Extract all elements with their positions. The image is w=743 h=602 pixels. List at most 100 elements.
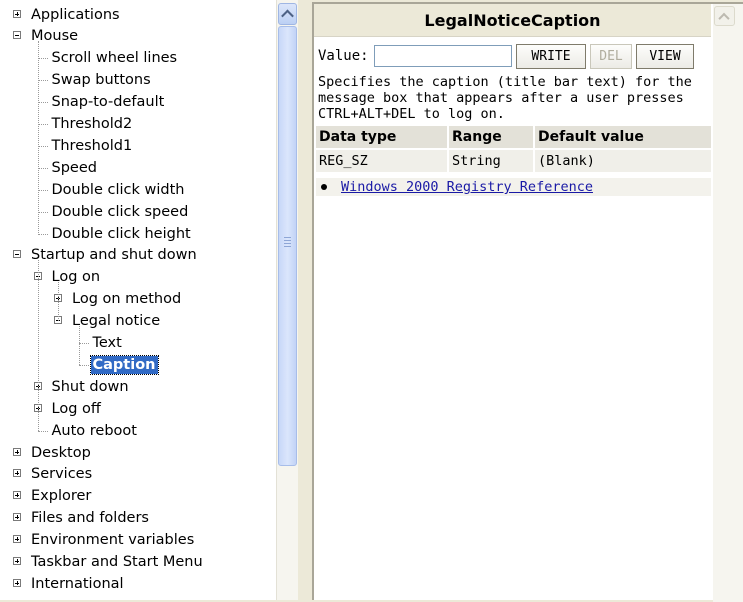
tree-item-label[interactable]: Applications [29,4,122,26]
tree-item[interactable]: Speed [0,157,276,179]
tree-connector [37,260,39,431]
tree-item-label[interactable]: Scroll wheel lines [50,47,180,69]
tree-item-label[interactable]: Threshold1 [50,135,135,157]
tree-item-label[interactable]: Log off [50,398,103,420]
tree-item[interactable]: Auto reboot [0,420,276,442]
del-button[interactable]: DEL [590,44,632,69]
tree-item[interactable]: Taskbar and Start Menu [0,551,276,573]
tree-connector [58,282,59,322]
expand-plus-icon[interactable] [13,578,21,587]
tree-scrollbar[interactable] [276,0,298,600]
tree-item[interactable]: Desktop [0,442,276,464]
expand-plus-icon[interactable] [13,557,21,565]
tree-item[interactable]: Double click width [0,179,276,201]
tree-item[interactable]: Caption [0,354,276,376]
tree-item[interactable]: Log on method [0,288,276,310]
tree-item-label[interactable]: Log on method [70,288,183,310]
tree-connector [37,189,48,191]
header-data-type: Data type [316,126,447,148]
collapse-minus-icon[interactable] [13,250,21,259]
tree-connector [37,233,48,235]
expand-plus-icon[interactable] [13,491,21,500]
tree-item[interactable]: Swap buttons [0,69,276,91]
tree-connector [37,145,48,147]
value-row: Value: WRITE DEL VIEW [318,43,713,69]
registry-reference-link[interactable]: Windows 2000 Registry Reference [341,178,593,196]
tree-item[interactable]: Explorer [0,485,276,507]
tree-item[interactable]: Startup and shut down [0,244,276,266]
tree-item[interactable]: Threshold2 [0,113,276,135]
content-scroll-up-button[interactable] [714,6,735,26]
tree-item-label[interactable]: Double click speed [50,201,191,223]
tree-item-label[interactable]: Double click height [50,223,193,245]
tree-item[interactable]: Threshold1 [0,135,276,157]
tree-item[interactable]: Shut down [0,376,276,398]
collapse-minus-icon[interactable] [13,31,21,40]
tree-item-label[interactable]: Swap buttons [50,69,153,91]
tree-connector [78,326,80,365]
tree-item[interactable]: Applications [0,4,276,26]
tree-scroll-thumb[interactable] [278,26,297,466]
pane-splitter[interactable] [298,0,312,600]
bullet-icon [321,184,327,190]
tree-item-label[interactable]: Speed [50,157,99,179]
description-text: Specifies the caption (title bar text) f… [318,74,692,122]
expand-plus-icon[interactable] [13,469,21,478]
tree-item[interactable]: Double click height [0,223,276,245]
expand-plus-icon[interactable] [13,447,21,456]
tree-item-label[interactable]: Taskbar and Start Menu [29,551,205,573]
tree-item[interactable]: Scroll wheel lines [0,47,276,69]
write-button[interactable]: WRITE [516,44,586,69]
expand-plus-icon[interactable] [13,513,21,522]
reference-list-item: Windows 2000 Registry Reference [316,178,711,196]
tree-scroll-up-button[interactable] [278,3,297,25]
content-scrollbar[interactable] [713,4,743,602]
header-default-value: Default value [535,126,711,148]
tree-item-label[interactable]: Startup and shut down [29,244,199,266]
cell-default-value: (Blank) [535,150,711,172]
tree-connector [37,211,48,213]
tree-item-label[interactable]: Desktop [29,442,93,464]
expand-plus-icon[interactable] [13,9,21,18]
view-button[interactable]: VIEW [636,44,694,69]
tree-item-label[interactable]: Snap-to-default [50,91,167,113]
tree-item[interactable]: Legal notice [0,310,276,332]
tree-connector [37,41,39,234]
tree-item-label[interactable]: Text [91,332,124,354]
tree-item[interactable]: Snap-to-default [0,91,276,113]
tree-item-label[interactable]: Threshold2 [50,113,135,135]
tree-item[interactable]: Mouse [0,25,276,47]
tree-connector [78,343,89,344]
scroll-grip-icon [284,237,291,247]
tree-item-label[interactable]: Shut down [50,376,131,398]
expand-plus-icon[interactable] [13,535,21,544]
tree-item[interactable]: Text [0,332,276,354]
tree-item-label[interactable]: Double click width [50,179,187,201]
page-title: LegalNoticeCaption [424,11,601,30]
tree-item[interactable]: International [0,573,276,595]
tree-item[interactable]: Log off [0,398,276,420]
tree-connector [78,364,89,366]
tree-item-label[interactable]: Explorer [29,485,93,507]
tree-item-label[interactable]: Legal notice [70,310,162,332]
tree-item-label[interactable]: Environment variables [29,529,196,551]
tree-item-label[interactable]: Caption [89,354,159,375]
tree-item[interactable]: Double click speed [0,201,276,223]
tree-item-label[interactable]: Auto reboot [50,420,139,442]
value-label: Value: [318,48,369,64]
cell-range: String [449,150,533,172]
tree-item-label[interactable]: Files and folders [29,507,151,529]
tree-item[interactable]: Environment variables [0,529,276,551]
tree-connector [37,167,48,169]
tree-item-label[interactable]: Services [29,463,94,485]
tree-item-label[interactable]: International [29,573,126,595]
tree-pane[interactable]: Applications Mouse Scroll wheel lines Swap … [0,0,276,600]
tree-connector [37,80,48,82]
tree-item[interactable]: Log on [0,266,276,288]
tree-connector [37,58,48,60]
value-input[interactable] [374,45,512,67]
tree-item[interactable]: Files and folders [0,507,276,529]
cell-data-type: REG_SZ [316,150,447,172]
tree-connector [37,430,48,432]
tree-item[interactable]: Services [0,463,276,485]
